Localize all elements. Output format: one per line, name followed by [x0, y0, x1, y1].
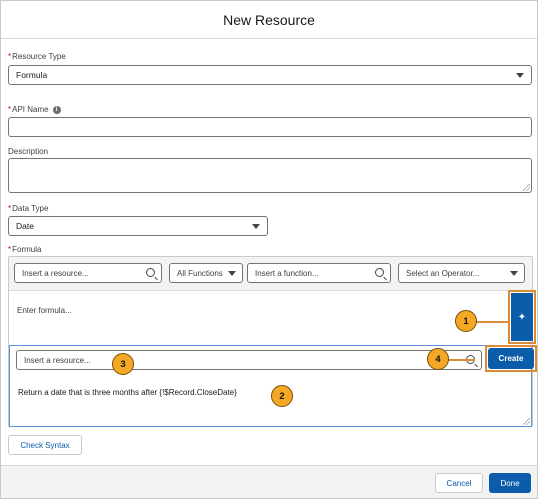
callout-3: 3 [112, 353, 134, 375]
sparkle-button[interactable]: ✦ [511, 293, 533, 341]
required-mark: * [8, 204, 12, 213]
required-mark: * [8, 52, 12, 61]
data-type-label-text: Data Type [12, 204, 49, 213]
sparkle-icon: ✦ [517, 311, 527, 323]
required-mark: * [8, 105, 12, 114]
create-button-highlight: Create [485, 345, 537, 372]
insert-resource-search[interactable]: Insert a resource... [14, 263, 162, 283]
resource-type-label: *Resource Type [8, 52, 66, 61]
ai-prompt-text[interactable]: Return a date that is three months after… [18, 388, 237, 397]
callout-4: 4 [427, 348, 449, 370]
chevron-down-icon [510, 271, 518, 276]
chevron-down-icon [228, 271, 236, 276]
resource-type-select[interactable]: Formula [8, 65, 532, 85]
ai-insert-resource-search[interactable]: Insert a resource... [16, 350, 482, 370]
modal-footer: Cancel Done [1, 465, 537, 498]
search-icon [375, 268, 384, 277]
functions-filter-select[interactable]: All Functions [169, 263, 243, 283]
ai-insert-resource-placeholder: Insert a resource... [24, 355, 91, 365]
description-label: Description [8, 147, 49, 156]
required-mark: * [8, 245, 12, 254]
ai-formula-panel: Insert a resource... Return a date that … [9, 345, 532, 427]
callout-1: 1 [455, 310, 477, 332]
api-name-label-text: API Name [12, 105, 49, 114]
info-icon[interactable]: i [52, 105, 61, 114]
check-syntax-button[interactable]: Check Syntax [8, 435, 82, 455]
insert-resource-placeholder: Insert a resource... [22, 268, 89, 278]
resize-grip-icon[interactable] [523, 184, 530, 191]
callout-2: 2 [271, 385, 293, 407]
callout-4-connector [445, 359, 475, 361]
search-icon [146, 268, 155, 277]
formula-label: *Formula [8, 245, 41, 254]
create-button[interactable]: Create [488, 348, 534, 369]
operator-placeholder: Select an Operator... [406, 268, 480, 278]
done-button[interactable]: Done [489, 473, 531, 493]
cancel-button[interactable]: Cancel [435, 473, 483, 493]
resource-type-label-text: Resource Type [12, 52, 66, 61]
data-type-label: *Data Type [8, 204, 48, 213]
formula-textarea[interactable]: Enter formula... [17, 306, 72, 315]
api-name-field[interactable] [8, 117, 532, 137]
modal-title: New Resource [223, 11, 315, 28]
resize-grip-icon[interactable] [523, 418, 530, 425]
sparkle-button-highlight: ✦ [508, 290, 536, 344]
modal-header: New Resource [1, 1, 537, 39]
insert-function-search[interactable]: Insert a function... [247, 263, 391, 283]
operator-select[interactable]: Select an Operator... [398, 263, 525, 283]
insert-function-placeholder: Insert a function... [255, 268, 319, 278]
callout-1-connector [475, 321, 510, 323]
formula-label-text: Formula [12, 245, 42, 254]
data-type-value: Date [16, 221, 34, 231]
formula-editor: Insert a resource... All Functions Inser… [8, 256, 537, 427]
description-field[interactable] [8, 158, 532, 193]
data-type-select[interactable]: Date [8, 216, 268, 236]
formula-toolbar: Insert a resource... All Functions Inser… [9, 257, 532, 291]
resource-type-value: Formula [16, 70, 48, 80]
chevron-down-icon [252, 224, 260, 229]
new-resource-modal: New Resource *Resource Type Formula *API… [0, 0, 538, 499]
api-name-label: *API Name i [8, 105, 61, 114]
functions-filter-value: All Functions [177, 268, 223, 278]
chevron-down-icon [516, 73, 524, 78]
